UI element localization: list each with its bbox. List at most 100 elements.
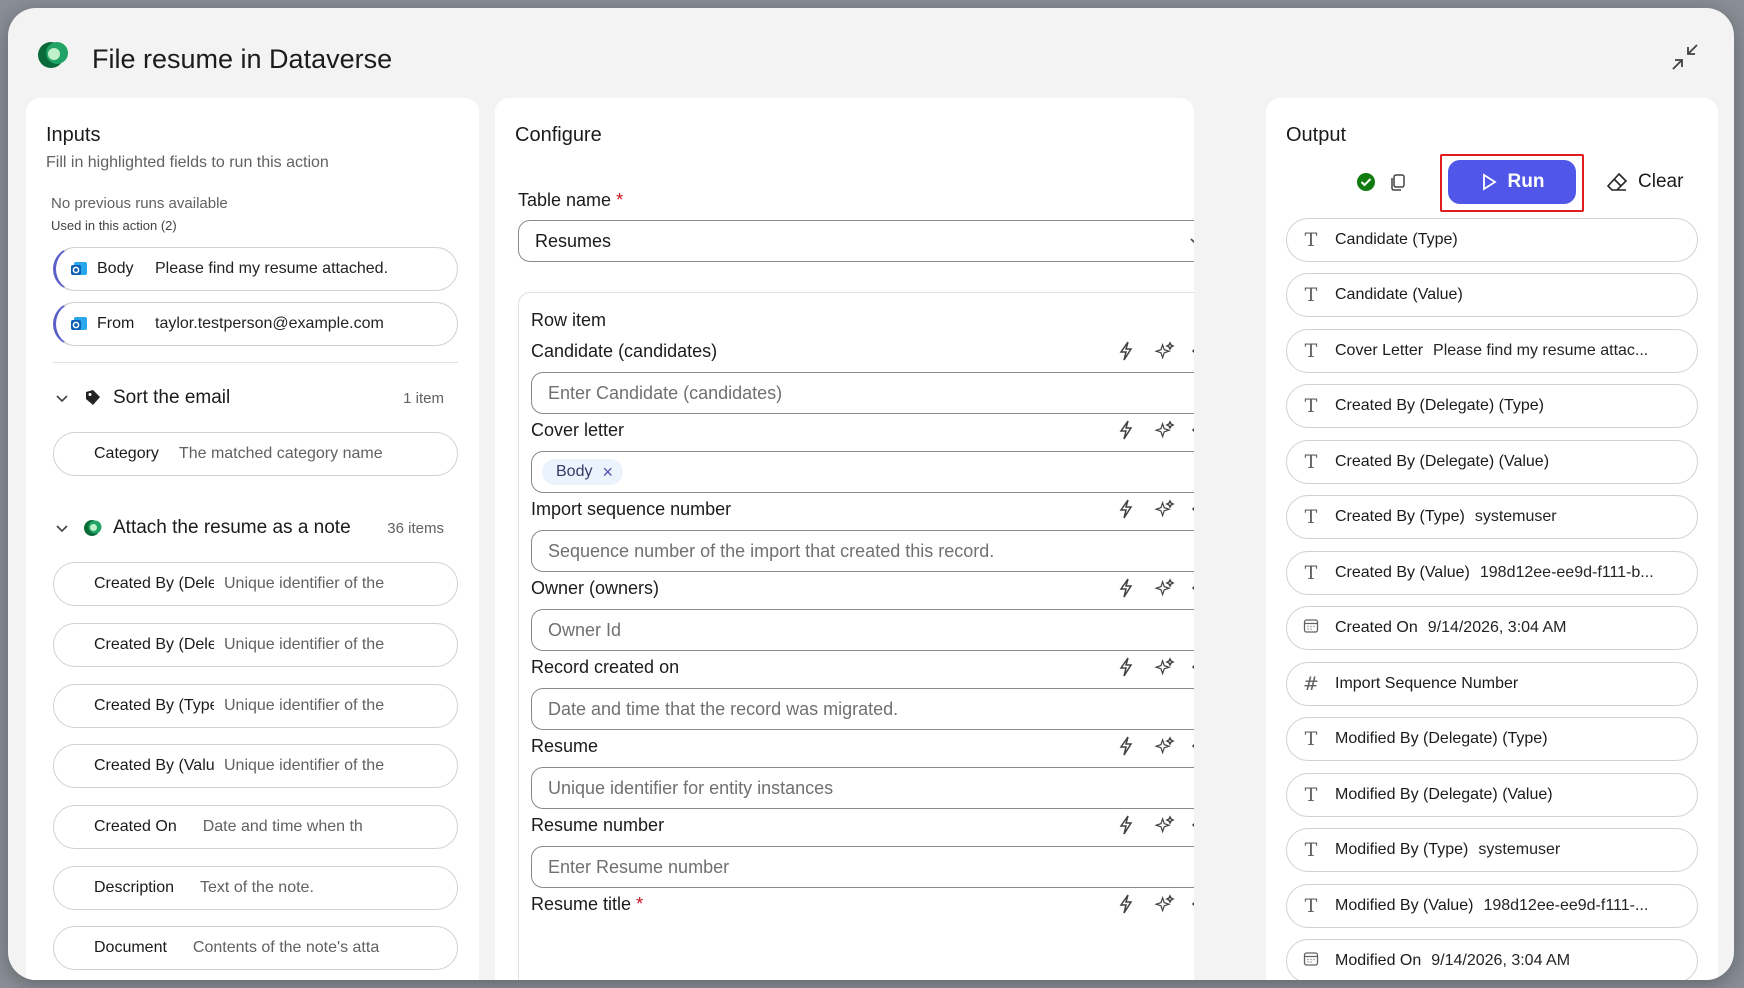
input-label: From <box>97 315 135 332</box>
sparkle-icon[interactable] <box>1153 419 1175 441</box>
text-type-icon: T <box>1304 562 1318 584</box>
group-title: Sort the email <box>113 387 231 408</box>
code-icon[interactable] <box>1191 498 1194 520</box>
play-icon <box>1482 173 1497 191</box>
lightning-icon[interactable] <box>1115 340 1137 362</box>
output-item[interactable]: T Modified By (Delegate) (Type) <box>1286 717 1698 761</box>
clear-button[interactable]: Clear <box>1606 162 1683 202</box>
group-count: 1 item <box>403 389 444 407</box>
input-description[interactable]: Description Text of the note. <box>53 866 458 910</box>
output-item[interactable]: # Import Sequence Number <box>1286 662 1698 706</box>
clear-label: Clear <box>1638 171 1684 192</box>
sparkle-icon[interactable] <box>1153 735 1175 757</box>
run-label: Run <box>1507 171 1545 192</box>
output-item[interactable]: T Modified By (Delegate) (Value) <box>1286 773 1698 817</box>
field-label: Candidate (candidates) <box>531 341 718 361</box>
lightning-icon[interactable] <box>1115 814 1137 836</box>
field-placeholder: Unique identifier for entity instances <box>548 777 834 798</box>
output-item[interactable]: Created On 9/14/2026, 3:04 AM <box>1286 606 1698 650</box>
field-actions <box>1115 893 1194 915</box>
copy-icon[interactable] <box>1388 172 1408 192</box>
import-sequence-input[interactable]: Sequence number of the import that creat… <box>531 530 1194 572</box>
input-label: Created By (Value) <box>94 757 214 774</box>
output-item[interactable]: T Candidate (Type) <box>1286 218 1698 262</box>
text-type-icon: T <box>1304 784 1318 806</box>
output-value: systemuser <box>1474 508 1557 525</box>
input-label: Description <box>94 879 175 896</box>
table-name-select[interactable]: Resumes <box>518 220 1194 262</box>
input-created-by-delegate-type[interactable]: Created By (Delegate) (Type) Unique iden… <box>53 562 458 606</box>
chevron-down-icon <box>1190 238 1194 244</box>
input-created-on[interactable]: Created On Date and time when th <box>53 805 458 849</box>
outlook-icon <box>71 262 87 275</box>
sparkle-icon[interactable] <box>1153 340 1175 362</box>
text-type-icon: T <box>1304 395 1318 417</box>
code-icon[interactable] <box>1191 814 1194 836</box>
sparkle-icon[interactable] <box>1153 577 1175 599</box>
output-label: Created By (Type) <box>1335 508 1465 525</box>
candidate-input[interactable]: Enter Candidate (candidates) <box>531 372 1194 414</box>
dialog-header: File resume in Dataverse <box>8 8 1734 98</box>
output-item[interactable]: T Modified By (Type) systemuser <box>1286 828 1698 872</box>
lightning-icon[interactable] <box>1115 893 1137 915</box>
lightning-icon[interactable] <box>1115 419 1137 441</box>
code-icon[interactable] <box>1191 419 1194 441</box>
owner-input[interactable]: Owner Id <box>531 609 1194 651</box>
body-token[interactable]: Body × <box>542 459 623 485</box>
lightning-icon[interactable] <box>1115 735 1137 757</box>
resume-input[interactable]: Unique identifier for entity instances <box>531 767 1194 809</box>
collapse-icon[interactable] <box>1670 42 1700 72</box>
output-item[interactable]: T Created By (Delegate) (Value) <box>1286 440 1698 484</box>
input-body[interactable]: Body Please find my resume attached. <box>53 247 458 291</box>
group-attach-resume[interactable]: Attach the resume as a note 36 items <box>53 513 458 543</box>
resume-number-input[interactable]: Enter Resume number <box>531 846 1194 888</box>
required-mark: * <box>616 190 624 210</box>
code-icon[interactable] <box>1191 735 1194 757</box>
output-item[interactable]: T Created By (Value) 198d12ee-ee9d-f111-b.… <box>1286 551 1698 595</box>
code-icon[interactable] <box>1191 893 1194 915</box>
field-placeholder: Enter Candidate (candidates) <box>548 382 783 403</box>
code-icon[interactable] <box>1191 656 1194 678</box>
field-actions <box>1115 498 1194 520</box>
output-item[interactable]: Modified On 9/14/2026, 3:04 AM <box>1286 939 1698 980</box>
output-item[interactable]: T Created By (Type) systemuser <box>1286 495 1698 539</box>
group-sort-email[interactable]: Sort the email 1 item <box>53 383 458 413</box>
input-created-by-type[interactable]: Created By (Type) Unique identifier of t… <box>53 684 458 728</box>
sparkle-icon[interactable] <box>1153 498 1175 520</box>
field-actions <box>1115 419 1194 441</box>
input-created-by-delegate-value[interactable]: Created By (Delegate) (Value) Unique ide… <box>53 623 458 667</box>
sparkle-icon[interactable] <box>1153 656 1175 678</box>
cover-letter-input[interactable]: Body × <box>531 451 1194 493</box>
code-icon[interactable] <box>1191 340 1194 362</box>
sparkle-icon[interactable] <box>1153 814 1175 836</box>
output-item[interactable]: T Created By (Delegate) (Type) <box>1286 384 1698 428</box>
input-created-by-value[interactable]: Created By (Value) Unique identifier of … <box>53 744 458 788</box>
input-document[interactable]: Document Contents of the note's atta <box>53 926 458 970</box>
lightning-icon[interactable] <box>1115 577 1137 599</box>
output-panel: Output Run Clear T Candidate (Type) T Cand… <box>1266 98 1718 980</box>
calendar-icon <box>1301 950 1321 972</box>
field-placeholder: Sequence number of the import that creat… <box>548 540 995 561</box>
sparkle-icon[interactable] <box>1153 893 1175 915</box>
dialog: File resume in Dataverse Inputs Fill in … <box>8 8 1734 980</box>
field-actions <box>1115 340 1194 362</box>
text-type-icon: T <box>1304 728 1318 750</box>
run-button[interactable]: Run <box>1448 160 1576 204</box>
output-item[interactable]: T Candidate (Value) <box>1286 273 1698 317</box>
inputs-panel: Inputs Fill in highlighted fields to run… <box>26 98 479 980</box>
output-title: Output <box>1286 124 1347 146</box>
row-item-label: Row item <box>531 310 607 330</box>
input-from[interactable]: From taylor.testperson@example.com <box>53 302 458 346</box>
input-hint: Unique identifier of the <box>224 636 384 653</box>
lightning-icon[interactable] <box>1115 656 1137 678</box>
code-icon[interactable] <box>1191 577 1194 599</box>
lightning-icon[interactable] <box>1115 498 1137 520</box>
record-created-on-input[interactable]: Date and time that the record was migrat… <box>531 688 1194 730</box>
input-hint: Unique identifier of the <box>224 575 384 592</box>
output-label: Created By (Value) <box>1335 564 1470 581</box>
input-value: taylor.testperson@example.com <box>155 315 384 332</box>
output-item[interactable]: T Modified By (Value) 198d12ee-ee9d-f111-.… <box>1286 884 1698 928</box>
remove-token-icon[interactable]: × <box>602 462 613 483</box>
input-category[interactable]: Category The matched category name <box>53 432 458 476</box>
output-item[interactable]: T Cover Letter Please find my resume attac… <box>1286 329 1698 373</box>
